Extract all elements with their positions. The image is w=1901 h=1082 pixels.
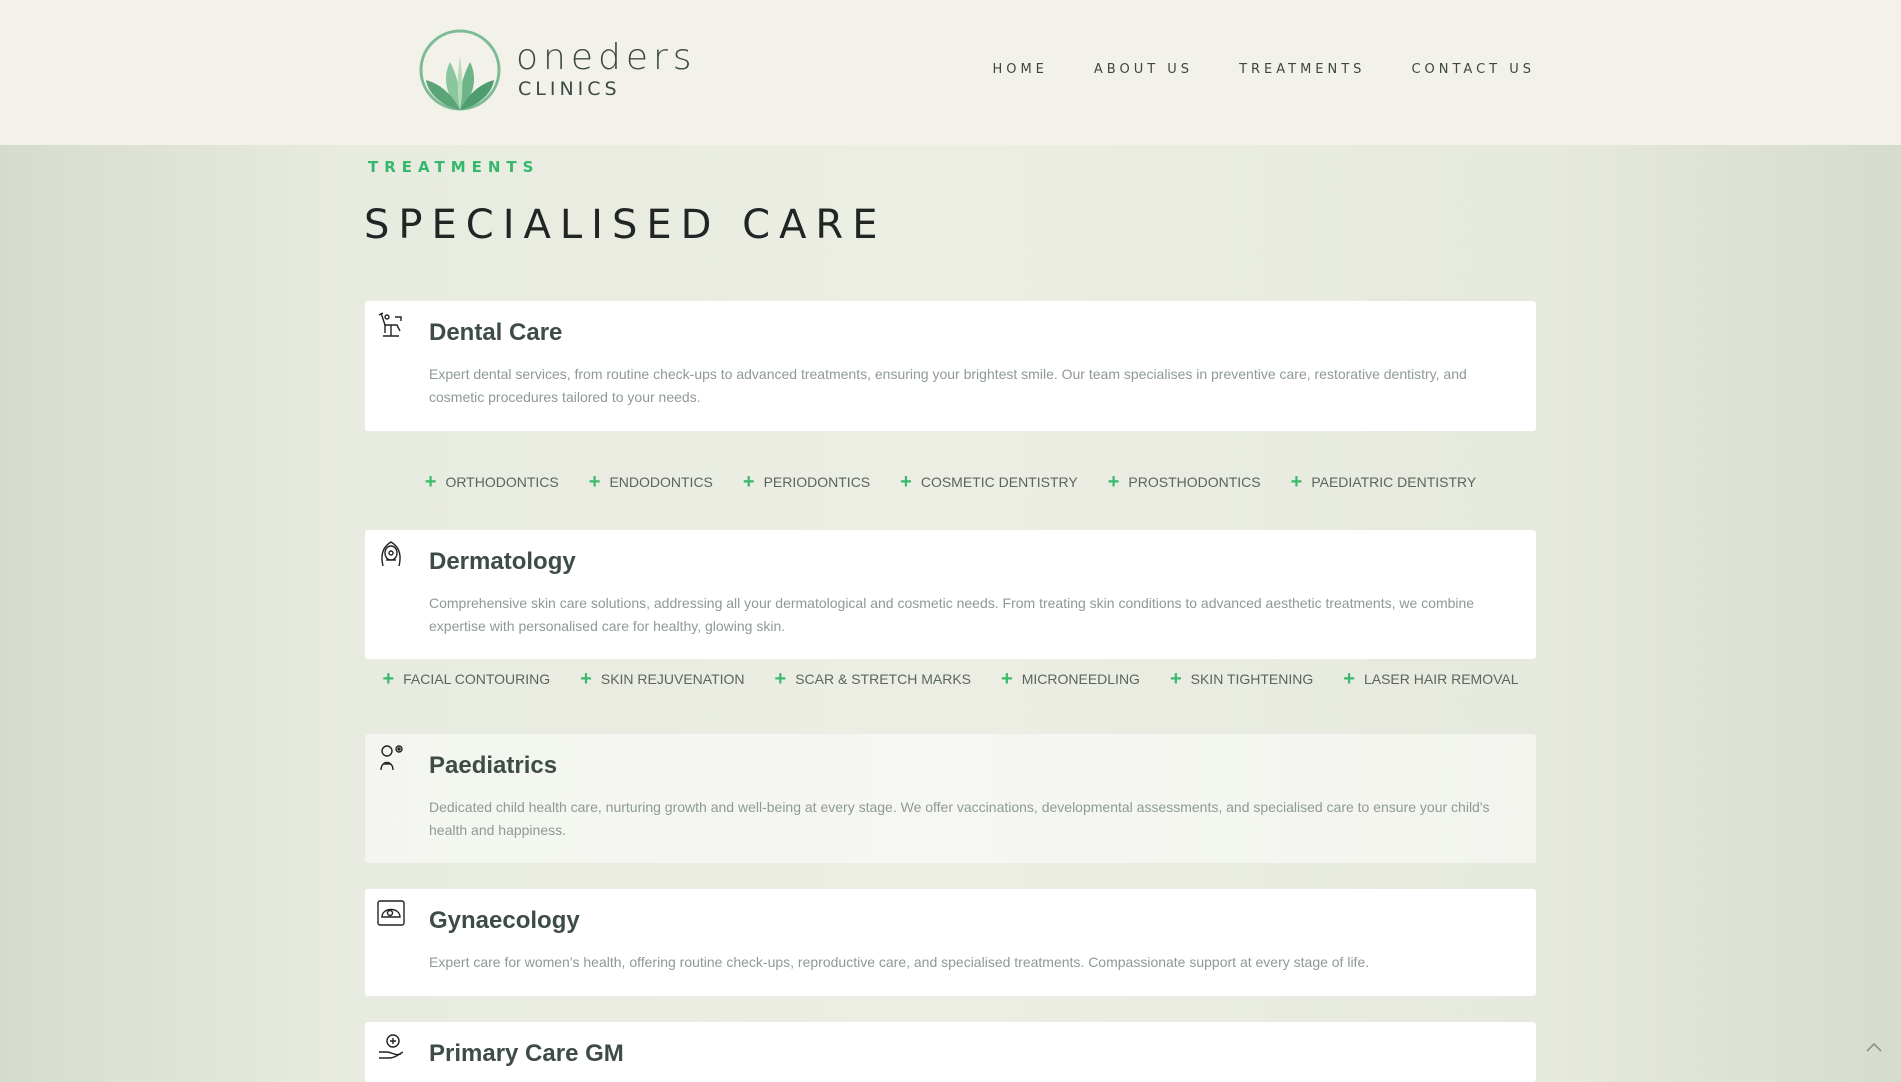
plus-icon: + xyxy=(588,471,601,493)
dental-tags: + ORTHODONTICS + ENDODONTICS + PERIODONTICS… xyxy=(0,471,1901,493)
card-primary-care-gm[interactable]: Primary Care GM xyxy=(365,1022,1536,1082)
scroll-to-top-button[interactable] xyxy=(1862,1040,1886,1064)
tag-item[interactable]: + PERIODONTICS xyxy=(742,471,870,493)
ultrasound-icon xyxy=(377,900,405,926)
card-description: Dedicated child health care, nurturing g… xyxy=(429,799,1490,838)
plus-icon: + xyxy=(742,471,755,493)
plus-icon: + xyxy=(580,668,592,690)
child-icon xyxy=(380,745,403,771)
logo[interactable]: oneders CLINICS xyxy=(418,26,697,114)
tag-item[interactable]: + SCAR & STRETCH MARKS xyxy=(774,668,972,690)
card-dental-care[interactable]: Dental Care Expert dental services, from… xyxy=(365,301,1536,431)
tag-item[interactable]: + ORTHODONTICS xyxy=(424,471,559,493)
tag-item[interactable]: + PAEDIATRIC DENTISTRY xyxy=(1290,471,1477,493)
tag-item[interactable]: + ENDODONTICS xyxy=(588,471,713,493)
card-dermatology[interactable]: Dermatology Comprehensive skin care solu… xyxy=(365,530,1536,659)
card-gynaecology[interactable]: Gynaecology Expert care for women's heal… xyxy=(365,889,1536,996)
logo-wordmark: oneders xyxy=(516,37,697,78)
card-description: Expert care for women's health, offering… xyxy=(429,954,1370,970)
site-header: oneders CLINICS HOME ABOUT US TREATMENTS… xyxy=(0,0,1901,145)
chevron-up-icon xyxy=(1866,1042,1882,1052)
tag-item[interactable]: + MICRONEEDLING xyxy=(1001,668,1140,690)
main-nav: HOME ABOUT US TREATMENTS CONTACT US xyxy=(992,62,1535,77)
tag-item[interactable]: + LASER HAIR REMOVAL xyxy=(1343,668,1518,690)
plus-icon: + xyxy=(1343,668,1355,690)
card-description: Expert dental services, from routine che… xyxy=(429,366,1467,405)
section-eyebrow: TREATMENTS xyxy=(368,158,540,176)
card-title: Dental Care xyxy=(429,319,563,346)
hand-care-icon xyxy=(379,1034,404,1059)
plus-icon: + xyxy=(774,668,787,690)
card-description: Comprehensive skin care solutions, addre… xyxy=(429,595,1475,634)
plus-icon: + xyxy=(900,471,912,493)
plus-icon: + xyxy=(1107,471,1120,493)
nav-home[interactable]: HOME xyxy=(992,62,1047,77)
logo-subtitle: CLINICS xyxy=(518,78,621,100)
nav-about-us[interactable]: ABOUT US xyxy=(1094,62,1193,77)
card-paediatrics[interactable]: Paediatrics Dedicated child health care,… xyxy=(365,734,1536,863)
card-title: Primary Care GM xyxy=(429,1040,624,1067)
tag-item[interactable]: + COSMETIC DENTISTRY xyxy=(900,471,1078,493)
face-skin-icon xyxy=(381,541,401,567)
plus-icon: + xyxy=(1001,668,1013,690)
nav-treatments[interactable]: TREATMENTS xyxy=(1239,62,1365,77)
card-title: Paediatrics xyxy=(429,752,558,779)
dermatology-tags: + FACIAL CONTOURING + SKIN REJUVENATION + S… xyxy=(0,668,1901,690)
plus-icon: + xyxy=(1169,668,1182,690)
tag-item[interactable]: + PROSTHODONTICS xyxy=(1107,471,1261,493)
card-title: Dermatology xyxy=(429,548,576,575)
tag-item[interactable]: + SKIN TIGHTENING xyxy=(1169,668,1313,690)
tag-item[interactable]: + FACIAL CONTOURING xyxy=(382,668,550,690)
plus-icon: + xyxy=(382,668,395,690)
lotus-logo-icon xyxy=(419,29,501,111)
plus-icon: + xyxy=(1290,471,1303,493)
card-title: Gynaecology xyxy=(429,907,580,934)
tag-item[interactable]: + SKIN REJUVENATION xyxy=(580,668,744,690)
page-title: SPECIALISED CARE xyxy=(364,202,887,248)
nav-contact-us[interactable]: CONTACT US xyxy=(1411,62,1535,77)
dental-chair-icon xyxy=(378,312,402,337)
plus-icon: + xyxy=(424,471,437,493)
